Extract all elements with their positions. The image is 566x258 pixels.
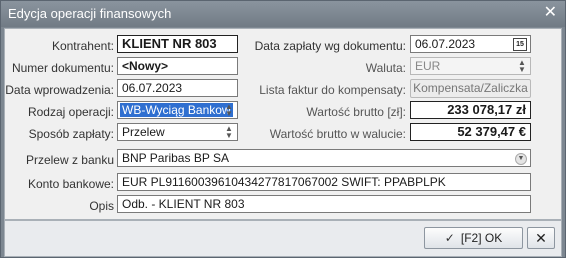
check-icon: ✓ xyxy=(444,231,455,245)
przelew-z-banku-select[interactable]: BNP Paribas BP SA ▼ xyxy=(117,149,531,167)
sposob-zaplaty-label: Sposób zapłaty: xyxy=(28,127,114,141)
waluta-value: EUR xyxy=(415,59,441,73)
close-icon: ✕ xyxy=(535,230,547,246)
data-zaplaty-label: Data zapłaty wg dokumentu: xyxy=(254,39,406,53)
lista-faktur-label: Lista faktur do kompensaty: xyxy=(259,83,406,97)
numer-dokumentu-label: Numer dokumentu: xyxy=(11,61,114,75)
wartosc-waluta-field[interactable]: 52 379,47 € xyxy=(410,123,531,141)
title-bar: Edycja operacji finansowych ✕ xyxy=(1,1,565,27)
spinner-icon[interactable]: ▲ ▼ xyxy=(223,103,235,118)
window-title: Edycja operacji finansowych xyxy=(8,6,172,21)
wartosc-brutto-label: Wartość brutto [zł]: xyxy=(306,105,406,119)
ok-button[interactable]: ✓ [F2] OK xyxy=(424,227,523,249)
dialog-window: Edycja operacji finansowych ✕ Kontrahent… xyxy=(0,0,566,258)
kompensata-zaliczka-button[interactable]: Kompensata/Zaliczka xyxy=(410,79,531,98)
data-wprowadzenia-field[interactable]: 06.07.2023 xyxy=(117,79,238,97)
numer-dokumentu-field[interactable]: <Nowy> xyxy=(117,57,238,75)
konto-bankowe-field[interactable]: EUR PL91160039610434277817067002 SWIFT: … xyxy=(117,173,531,191)
kontrahent-label: Kontrahent: xyxy=(51,39,114,53)
data-zaplaty-value: 06.07.2023 xyxy=(415,37,476,51)
data-zaplaty-field[interactable]: 06.07.2023 15 xyxy=(410,35,531,53)
rodzaj-operacji-label: Rodzaj operacji: xyxy=(27,105,114,119)
wartosc-brutto-field[interactable]: 233 078,17 zł xyxy=(410,101,531,119)
calendar-icon[interactable]: 15 xyxy=(513,38,527,51)
kontrahent-field[interactable]: KLIENT NR 803 xyxy=(117,35,238,53)
data-wprowadzenia-label: Data wprowadzenia: xyxy=(5,83,114,97)
opis-field[interactable]: Odb. - KLIENT NR 803 xyxy=(117,195,531,213)
form-panel: Kontrahent: KLIENT NR 803 Numer dokument… xyxy=(4,28,562,220)
waluta-label: Waluta: xyxy=(365,61,406,75)
spinner-icon: ▲ ▼ xyxy=(518,58,526,74)
close-icon[interactable]: ✕ xyxy=(544,4,557,22)
rodzaj-operacji-select[interactable]: WB-Wyciąg Bankow ▲ ▼ xyxy=(117,101,238,119)
chevron-down-icon[interactable]: ▼ xyxy=(515,153,527,165)
wartosc-waluta-label: Wartość brutto w walucie: xyxy=(269,127,406,141)
cancel-button[interactable]: ✕ xyxy=(527,227,555,249)
sposob-zaplaty-select[interactable]: Przelew ▲ ▼ xyxy=(117,123,238,141)
ok-button-label: [F2] OK xyxy=(460,231,503,245)
konto-bankowe-label: Konto bankowe: xyxy=(27,177,114,191)
spinner-icon[interactable]: ▲ ▼ xyxy=(223,125,235,140)
dialog-footer: ✓ [F2] OK ✕ xyxy=(4,220,562,257)
przelew-z-banku-value: BNP Paribas BP SA xyxy=(122,151,229,165)
przelew-z-banku-label: Przelew z banku xyxy=(25,153,114,167)
sposob-zaplaty-value: Przelew xyxy=(122,125,165,139)
rodzaj-operacji-value: WB-Wyciąg Bankow xyxy=(120,103,233,117)
opis-label: Opis xyxy=(89,199,114,213)
waluta-select: EUR ▲ ▼ xyxy=(410,57,531,75)
